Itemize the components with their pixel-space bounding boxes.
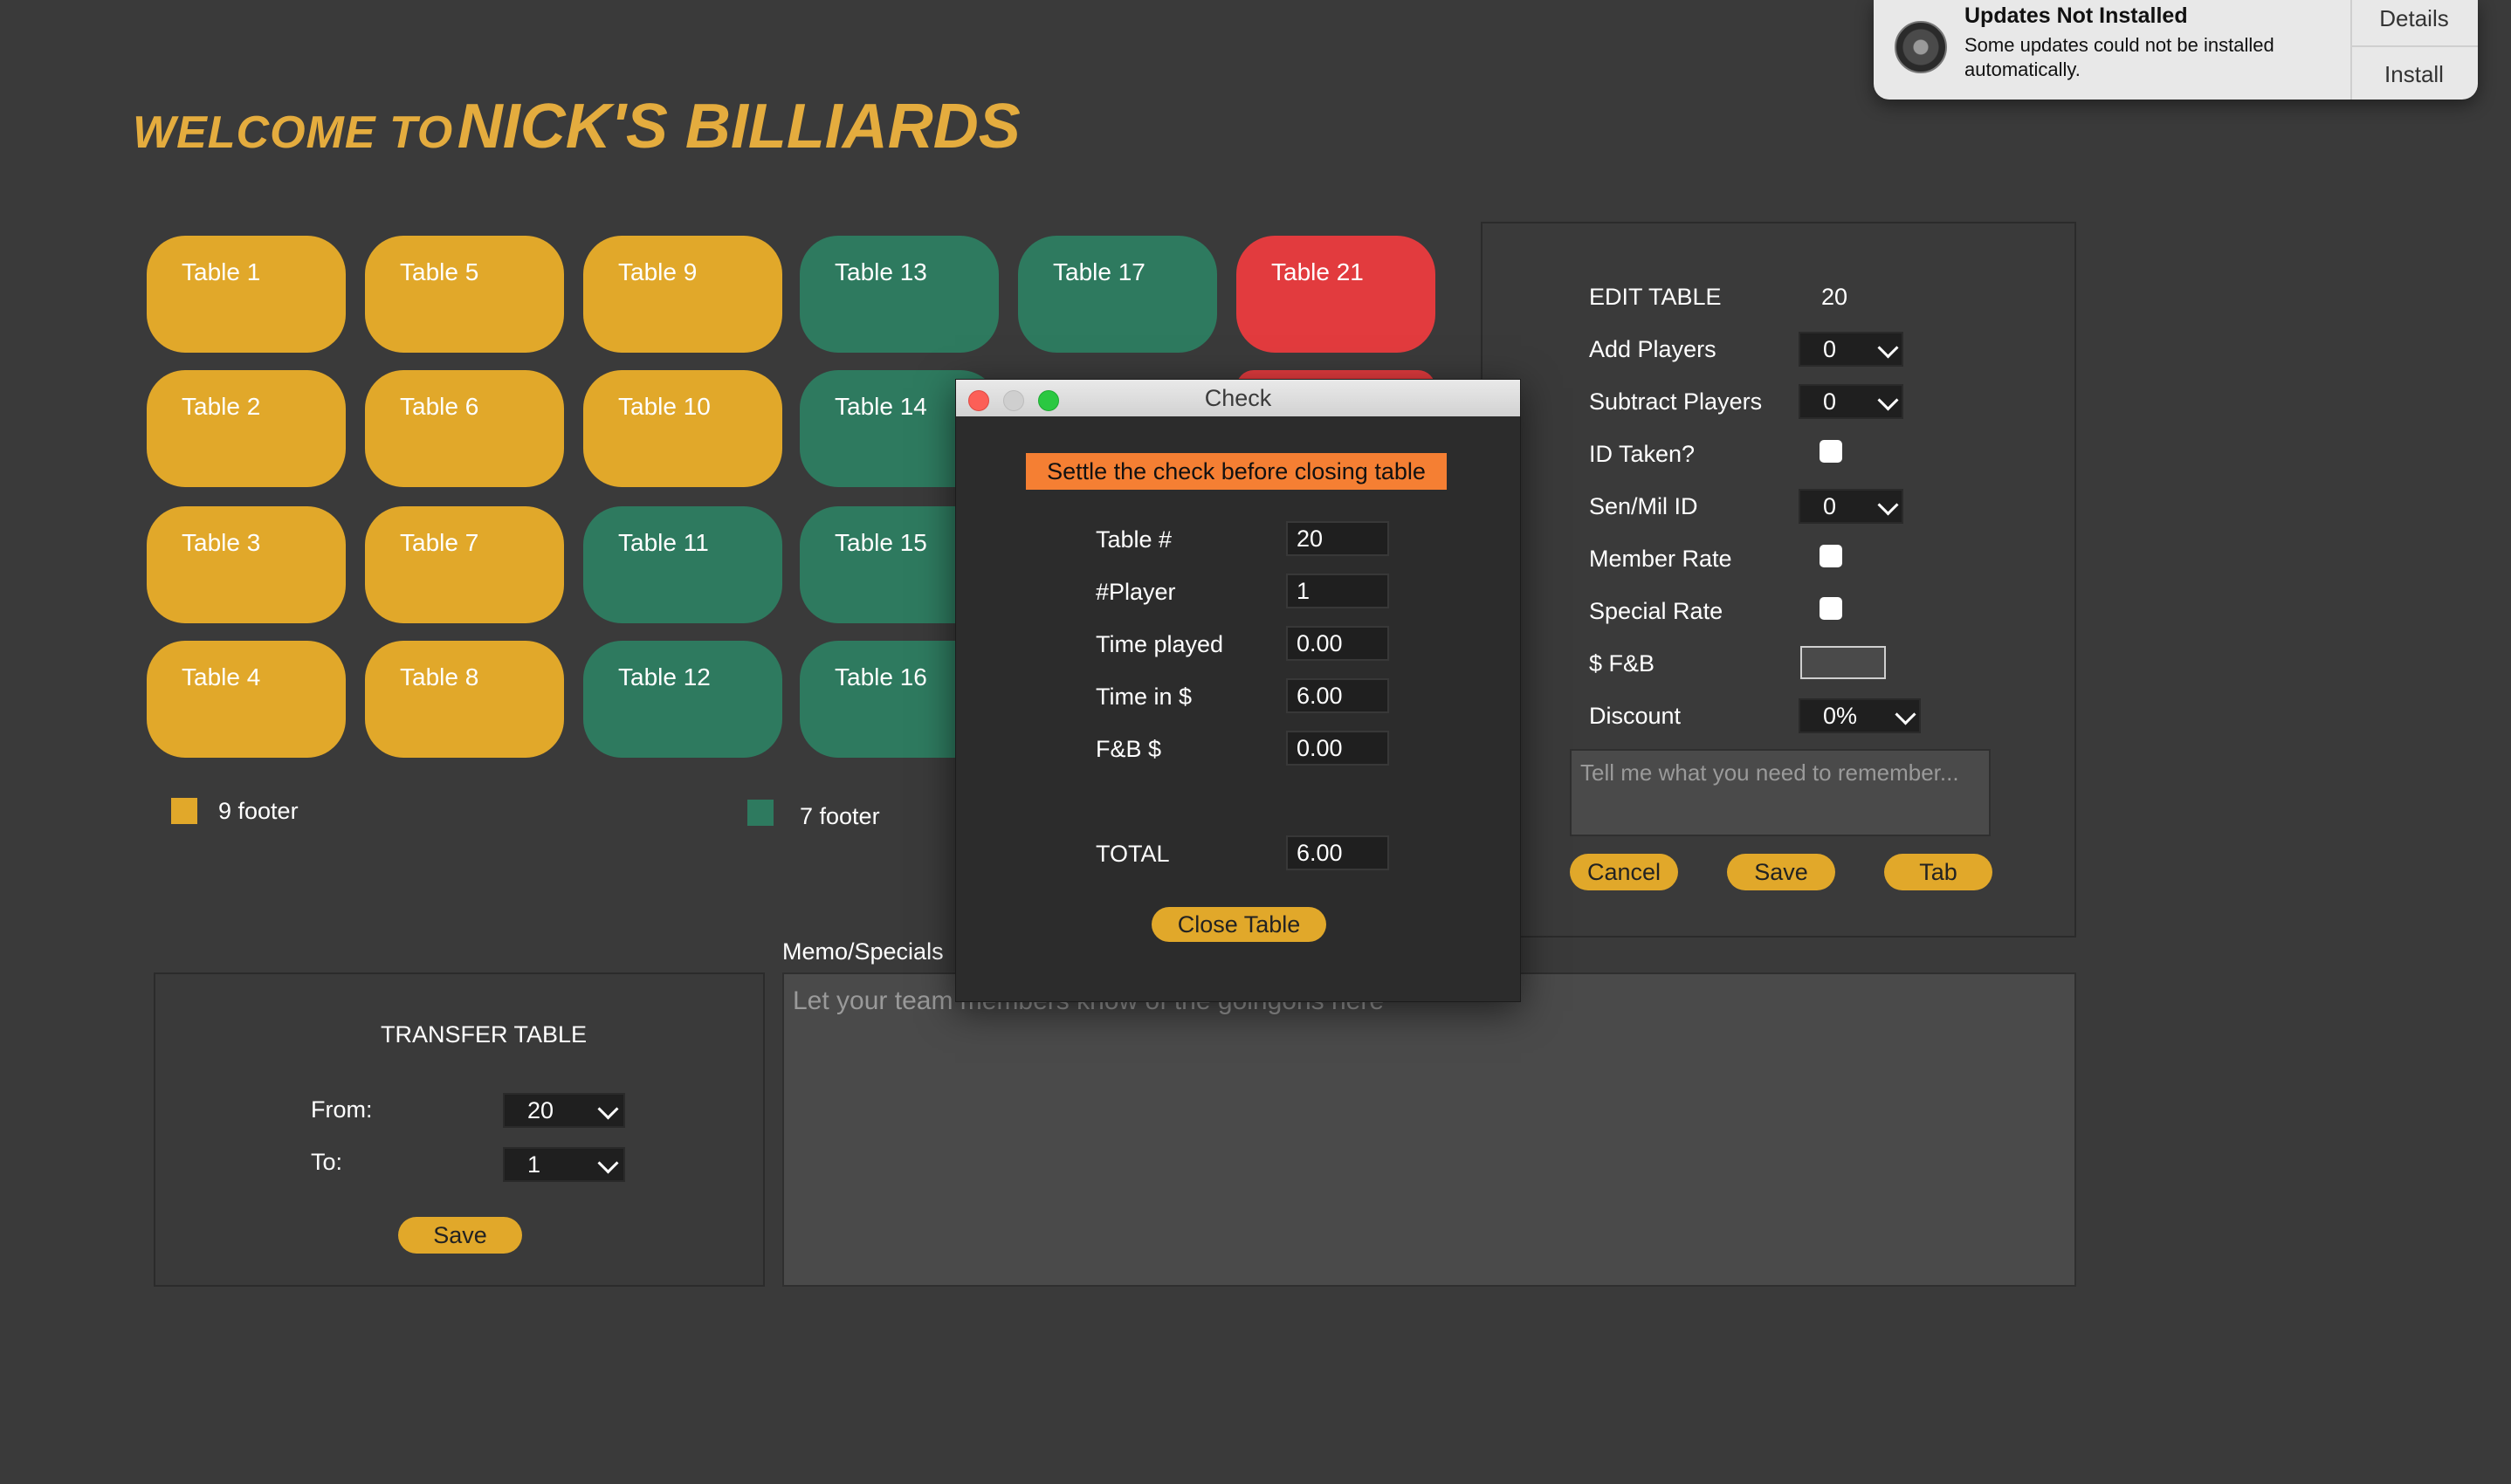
check-dialog: Check Settle the check before closing ta…	[955, 379, 1521, 1002]
sen-mil-select[interactable]: 0	[1799, 489, 1903, 524]
check-label-table: Table #	[1096, 526, 1173, 553]
table-button[interactable]: Table 9	[583, 236, 782, 353]
fb-label: $ F&B	[1589, 650, 1655, 677]
add-players-value: 0	[1823, 336, 1837, 362]
transfer-to-select[interactable]: 1	[503, 1147, 625, 1182]
chevron-down-icon	[597, 1098, 619, 1120]
table-button[interactable]: Table 12	[583, 641, 782, 758]
title-prefix: WELCOME TO	[133, 107, 454, 158]
legend-nine-label: 9 footer	[218, 798, 299, 824]
edit-table-heading: EDIT TABLE	[1589, 284, 1722, 310]
id-taken-checkbox[interactable]	[1820, 440, 1842, 463]
minimize-window-icon[interactable]	[1003, 390, 1024, 411]
table-button[interactable]: Table 3	[147, 506, 346, 623]
table-button[interactable]: Table 7	[365, 506, 564, 623]
notification-divider	[2350, 45, 2478, 47]
special-rate-label: Special Rate	[1589, 598, 1723, 624]
software-update-icon	[1895, 21, 1947, 73]
table-button[interactable]: Table 6	[365, 370, 564, 487]
add-players-label: Add Players	[1589, 336, 1716, 362]
table-button[interactable]: Table 8	[365, 641, 564, 758]
sen-mil-label: Sen/Mil ID	[1589, 493, 1698, 519]
chevron-down-icon	[597, 1152, 619, 1174]
details-button[interactable]: Details	[2350, 5, 2478, 32]
table-button[interactable]: Table 21	[1236, 236, 1435, 353]
fb-input[interactable]	[1800, 646, 1886, 679]
legend-seven-label: 7 footer	[800, 803, 880, 829]
check-label-fb: F&B $	[1096, 736, 1162, 762]
transfer-save-button[interactable]: Save	[398, 1217, 522, 1254]
close-window-icon[interactable]	[968, 390, 989, 411]
special-rate-checkbox[interactable]	[1820, 597, 1842, 620]
table-button[interactable]: Table 4	[147, 641, 346, 758]
legend-seven-swatch	[747, 800, 774, 826]
notification-body: Some updates could not be installed auto…	[1964, 34, 2274, 80]
table-button[interactable]: Table 1	[147, 236, 346, 353]
discount-value: 0%	[1823, 703, 1858, 729]
check-field-total: 6.00	[1286, 835, 1389, 870]
check-field-time-dollars: 6.00	[1286, 678, 1389, 713]
discount-select[interactable]: 0%	[1799, 698, 1921, 733]
check-label-players: #Player	[1096, 579, 1176, 605]
transfer-to-label: To:	[311, 1149, 343, 1175]
check-label-time-played: Time played	[1096, 631, 1224, 657]
check-label-time-dollars: Time in $	[1096, 684, 1193, 710]
chevron-down-icon	[1877, 494, 1899, 516]
transfer-from-label: From:	[311, 1096, 373, 1123]
transfer-to-value: 1	[527, 1151, 541, 1178]
table-button[interactable]: Table 10	[583, 370, 782, 487]
table-button[interactable]: Table 11	[583, 506, 782, 623]
id-taken-label: ID Taken?	[1589, 441, 1696, 467]
zoom-window-icon[interactable]	[1038, 390, 1059, 411]
legend-nine-swatch	[171, 798, 197, 824]
page-title: WELCOME TO NICK'S BILLIARDS	[133, 91, 1021, 162]
transfer-from-value: 20	[527, 1097, 554, 1123]
add-players-select[interactable]: 0	[1799, 332, 1903, 367]
edit-table-number: 20	[1821, 284, 1848, 310]
memo-label: Memo/Specials	[782, 938, 944, 965]
tab-button[interactable]: Tab	[1884, 854, 1992, 890]
update-notification[interactable]: Updates Not Installed Some updates could…	[1874, 0, 2478, 100]
member-rate-checkbox[interactable]	[1820, 545, 1842, 567]
subtract-players-label: Subtract Players	[1589, 388, 1763, 415]
close-table-button[interactable]: Close Table	[1152, 907, 1326, 942]
transfer-from-select[interactable]: 20	[503, 1093, 625, 1128]
check-field-players: 1	[1286, 574, 1389, 608]
check-field-fb: 0.00	[1286, 731, 1389, 766]
table-button[interactable]: Table 13	[800, 236, 999, 353]
check-field-time-played: 0.00	[1286, 626, 1389, 661]
subtract-players-select[interactable]: 0	[1799, 384, 1903, 419]
cancel-button[interactable]: Cancel	[1570, 854, 1678, 890]
notes-textarea[interactable]: Tell me what you need to remember...	[1570, 749, 1991, 836]
chevron-down-icon	[1895, 704, 1916, 725]
notification-title: Updates Not Installed	[1964, 3, 2188, 28]
check-label-total: TOTAL	[1096, 841, 1170, 867]
sen-mil-value: 0	[1823, 493, 1837, 519]
discount-label: Discount	[1589, 703, 1682, 729]
chevron-down-icon	[1877, 337, 1899, 359]
title-name: NICK'S BILLIARDS	[457, 92, 1021, 161]
table-button[interactable]: Table 17	[1018, 236, 1217, 353]
subtract-players-value: 0	[1823, 388, 1837, 415]
table-button[interactable]: Table 5	[365, 236, 564, 353]
memo-textarea[interactable]: Let your team members know of the goingo…	[782, 972, 2076, 1287]
settle-warning: Settle the check before closing table	[1026, 453, 1447, 490]
table-button[interactable]: Table 2	[147, 370, 346, 487]
chevron-down-icon	[1877, 389, 1899, 411]
install-button[interactable]: Install	[2350, 61, 2478, 88]
transfer-heading: TRANSFER TABLE	[381, 1021, 588, 1048]
dialog-title: Check	[1204, 385, 1272, 411]
check-field-table: 20	[1286, 521, 1389, 556]
edit-save-button[interactable]: Save	[1727, 854, 1835, 890]
member-rate-label: Member Rate	[1589, 546, 1732, 572]
